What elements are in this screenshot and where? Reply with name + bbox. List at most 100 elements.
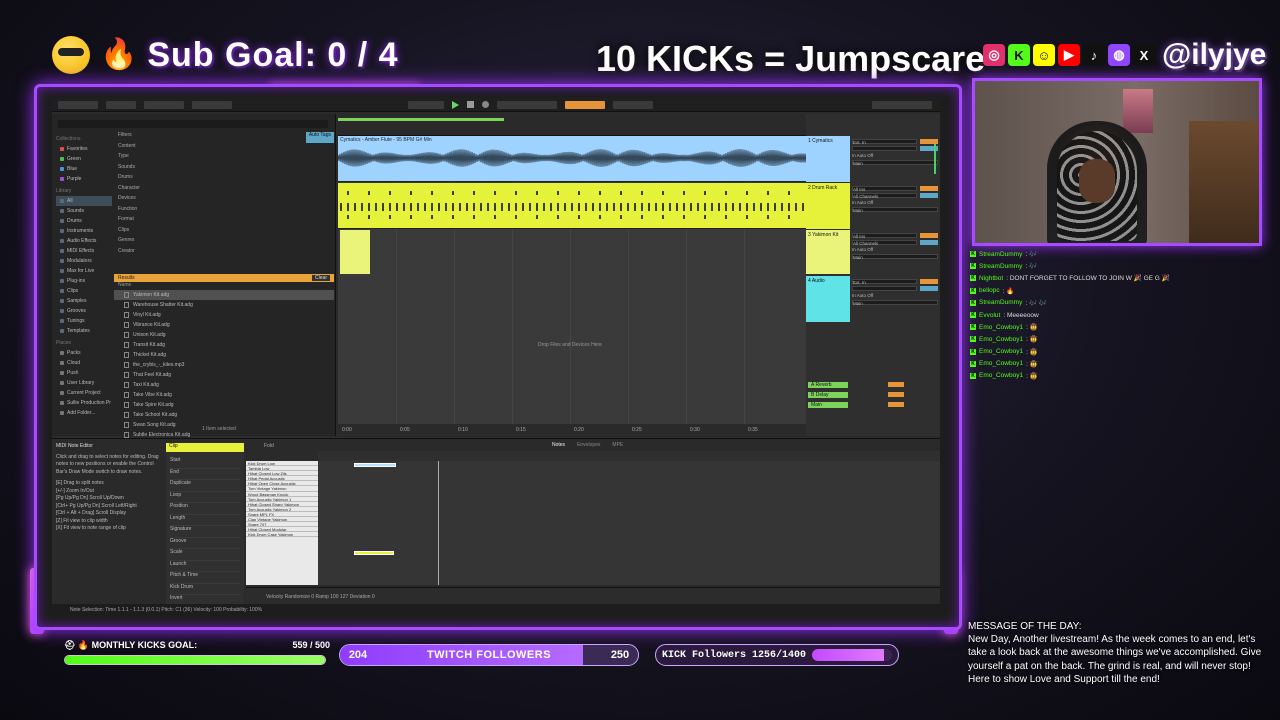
monitor-select[interactable]: In Auto Off <box>852 247 873 252</box>
filter-item[interactable]: Genres <box>114 237 334 248</box>
solo-button[interactable] <box>920 193 938 198</box>
clip-field[interactable]: Scale <box>170 549 240 561</box>
collection-item[interactable]: Favorites <box>56 144 112 154</box>
punch-box[interactable] <box>565 100 605 109</box>
solo-button[interactable] <box>920 286 938 291</box>
x-icon[interactable]: X <box>1133 44 1155 66</box>
result-row[interactable]: Take Vibe Kit.adg <box>114 390 334 400</box>
clip-field[interactable]: Pitch & Time <box>170 572 240 584</box>
result-row[interactable]: Take Spire Kit.adg <box>114 400 334 410</box>
monitor-select[interactable]: In Auto Off <box>852 200 873 205</box>
time-signature-box[interactable] <box>106 100 136 109</box>
chat-username[interactable]: Emo_Cowboy1 <box>979 336 1023 343</box>
loop-length-box[interactable] <box>613 100 653 109</box>
piano-roll-keys[interactable]: Kick Drum Low Tambla Low Hihat Closed Low … <box>246 461 318 585</box>
clip-field[interactable]: Start <box>170 457 240 469</box>
result-row[interactable]: the_crybis_-_kites.mp3 <box>114 360 334 370</box>
audio-clip-cymatics[interactable]: Cymatics - Amber Flute - 95 BPM G# Min <box>338 136 806 182</box>
midi-note[interactable] <box>354 551 394 555</box>
result-row[interactable]: Unison Kit.adg <box>114 330 334 340</box>
beat-ruler[interactable] <box>318 451 940 461</box>
chat-username[interactable]: Emo_Cowboy1 <box>979 372 1023 379</box>
twitch-icon[interactable]: ◍ <box>1108 44 1130 66</box>
result-row[interactable]: Yakimon Kit.adg <box>114 290 334 300</box>
library-item[interactable]: Audio Effects <box>56 236 112 246</box>
metronome-box[interactable] <box>144 100 184 109</box>
track-header[interactable]: 2 Drum Rack <box>806 183 850 229</box>
instagram-icon[interactable]: ◎ <box>983 44 1005 66</box>
filter-item[interactable]: Content <box>114 143 334 154</box>
output-select[interactable]: Main <box>852 300 938 306</box>
midi-clip-yakimon[interactable] <box>340 230 370 274</box>
result-row[interactable]: Vibrance Kit.adg <box>114 320 334 330</box>
filter-item[interactable]: Creator <box>114 248 334 259</box>
filter-item[interactable]: Devices <box>114 195 334 206</box>
filter-item[interactable]: Clips <box>114 227 334 238</box>
output-select[interactable]: Main <box>852 160 938 166</box>
track-header[interactable]: 1 Cymatics <box>806 136 850 182</box>
velocity-controls[interactable]: Velocity Randomize 0 Ramp 100 127 Deviat… <box>246 588 940 600</box>
library-item[interactable]: Clips <box>56 286 112 296</box>
chat-username[interactable]: Emo_Cowboy1 <box>979 348 1023 355</box>
monitor-select[interactable]: In Auto Off <box>852 293 873 298</box>
arrangement-view[interactable]: Cymatics - Amber Flute - 95 BPM G# Min D… <box>338 114 806 436</box>
output-select[interactable]: Main <box>852 254 938 260</box>
return-track[interactable]: B Delay <box>806 390 940 399</box>
clip-field[interactable]: Signature <box>170 526 240 538</box>
library-item[interactable]: Sounds <box>56 206 112 216</box>
key-scale-box[interactable] <box>192 100 232 109</box>
places-item[interactable]: Push <box>56 368 112 378</box>
input-channel-select[interactable] <box>852 286 917 291</box>
collection-item[interactable]: Blue <box>56 164 112 174</box>
return-send[interactable] <box>888 392 904 397</box>
filter-item[interactable]: Function <box>114 206 334 217</box>
library-item[interactable]: Max for Live <box>56 266 112 276</box>
chat-username[interactable]: StreamDummy <box>979 299 1022 306</box>
name-column-header[interactable]: Name <box>118 282 131 288</box>
detail-tab[interactable]: MPE <box>612 442 623 448</box>
result-row[interactable]: Take School Kit.adg <box>114 410 334 420</box>
places-item[interactable]: User Library <box>56 378 112 388</box>
library-item[interactable]: All <box>56 196 112 206</box>
result-row[interactable]: Vinyl Kit.adg <box>114 310 334 320</box>
browser-search-input[interactable] <box>58 120 328 128</box>
monitor-select[interactable]: In Auto Off <box>852 153 873 158</box>
clip-field[interactable]: Loop <box>170 492 240 503</box>
filter-item[interactable]: Type <box>114 153 334 164</box>
snapchat-icon[interactable]: ☺ <box>1033 44 1055 66</box>
return-send[interactable] <box>888 382 904 387</box>
input-type-select[interactable]: All Ins <box>852 233 917 239</box>
library-item[interactable]: Drums <box>56 216 112 226</box>
clip-field[interactable]: Launch <box>170 561 240 572</box>
clip-field[interactable]: Groove <box>170 538 240 549</box>
return-track[interactable]: A Reverb <box>806 380 940 389</box>
input-type-select[interactable]: Ext. In <box>852 279 917 285</box>
note-editor-grid[interactable] <box>318 461 940 585</box>
arm-button[interactable] <box>920 233 938 238</box>
track-header[interactable]: 4 Audio <box>806 276 850 322</box>
library-item[interactable]: MIDI Effects <box>56 246 112 256</box>
chat-username[interactable]: bellopc <box>979 287 1000 294</box>
places-item[interactable]: Sullie Production Pr <box>56 398 112 408</box>
midi-note[interactable] <box>354 463 396 467</box>
places-item[interactable]: Cloud <box>56 358 112 368</box>
clear-button[interactable]: Clear <box>312 275 330 281</box>
input-channel-select[interactable]: All Channels <box>852 193 917 199</box>
library-item[interactable]: Instruments <box>56 226 112 236</box>
loop-position-box[interactable] <box>497 100 557 109</box>
play-icon[interactable] <box>452 100 459 109</box>
collection-item[interactable]: Green <box>56 154 112 164</box>
return-send[interactable] <box>888 402 904 407</box>
result-row[interactable]: That Feel Kit.adg <box>114 370 334 380</box>
chat-username[interactable]: Evvolut <box>979 312 1000 319</box>
kick-icon[interactable]: K <box>1008 44 1030 66</box>
chat-username[interactable]: StreamDummy <box>979 263 1022 270</box>
auto-tags-toggle[interactable]: Auto Tags <box>305 132 334 143</box>
arm-button[interactable] <box>920 279 938 284</box>
clip-field[interactable]: Length <box>170 515 240 526</box>
chat-username[interactable]: Emo_Cowboy1 <box>979 360 1023 367</box>
input-channel-select[interactable]: All Channels <box>852 240 917 246</box>
chat-username[interactable]: Emo_Cowboy1 <box>979 324 1023 331</box>
input-type-select[interactable]: All Ins <box>852 186 917 192</box>
midi-clip-drum-rack[interactable] <box>338 183 806 229</box>
